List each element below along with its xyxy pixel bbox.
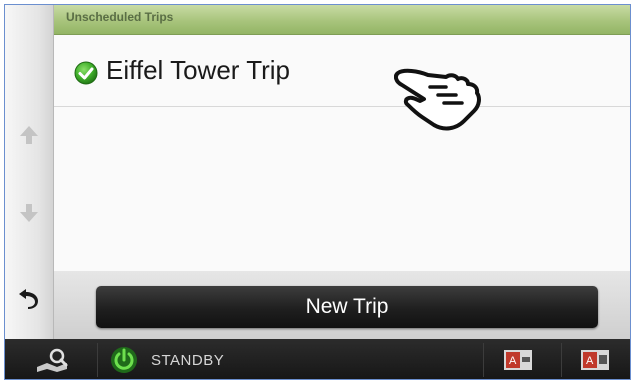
annotation-button-2[interactable]: A [565,339,625,379]
scroll-up-button[interactable] [5,115,53,155]
device-screen: Unscheduled Trips Eiffel Tower Trip New … [4,4,631,380]
list-header-title: Unscheduled Trips [66,10,174,24]
standby-button[interactable]: STANDBY [99,339,359,379]
arrow-down-icon [20,204,38,222]
trip-list: Eiffel Tower Trip [54,35,630,271]
status-separator [97,343,98,377]
annotation-button[interactable]: A [488,339,548,379]
annotation-icon: A [581,350,609,370]
trip-list-item[interactable]: Eiffel Tower Trip [54,35,630,131]
scroll-down-button[interactable] [5,193,53,233]
svg-text:A: A [509,355,517,367]
list-header: Unscheduled Trips [54,5,630,35]
arrow-up-icon [20,126,38,144]
left-rail [5,5,54,339]
status-separator [561,343,562,377]
map-search-icon [37,348,68,372]
map-search-button[interactable] [13,339,93,379]
svg-text:A: A [586,355,594,367]
green-check-icon [74,61,98,85]
power-icon [111,347,137,373]
standby-label: STANDBY [151,351,225,369]
back-button[interactable] [5,273,53,323]
annotation-icon: A [504,350,532,370]
back-arrow-icon [19,289,38,309]
new-trip-button[interactable]: New Trip [96,286,598,328]
hand-pointer-icon [394,68,481,131]
trip-name: Eiffel Tower Trip [106,55,291,85]
status-bar: STANDBY A A [5,339,630,379]
status-separator [483,343,484,377]
action-area: New Trip [54,271,630,339]
